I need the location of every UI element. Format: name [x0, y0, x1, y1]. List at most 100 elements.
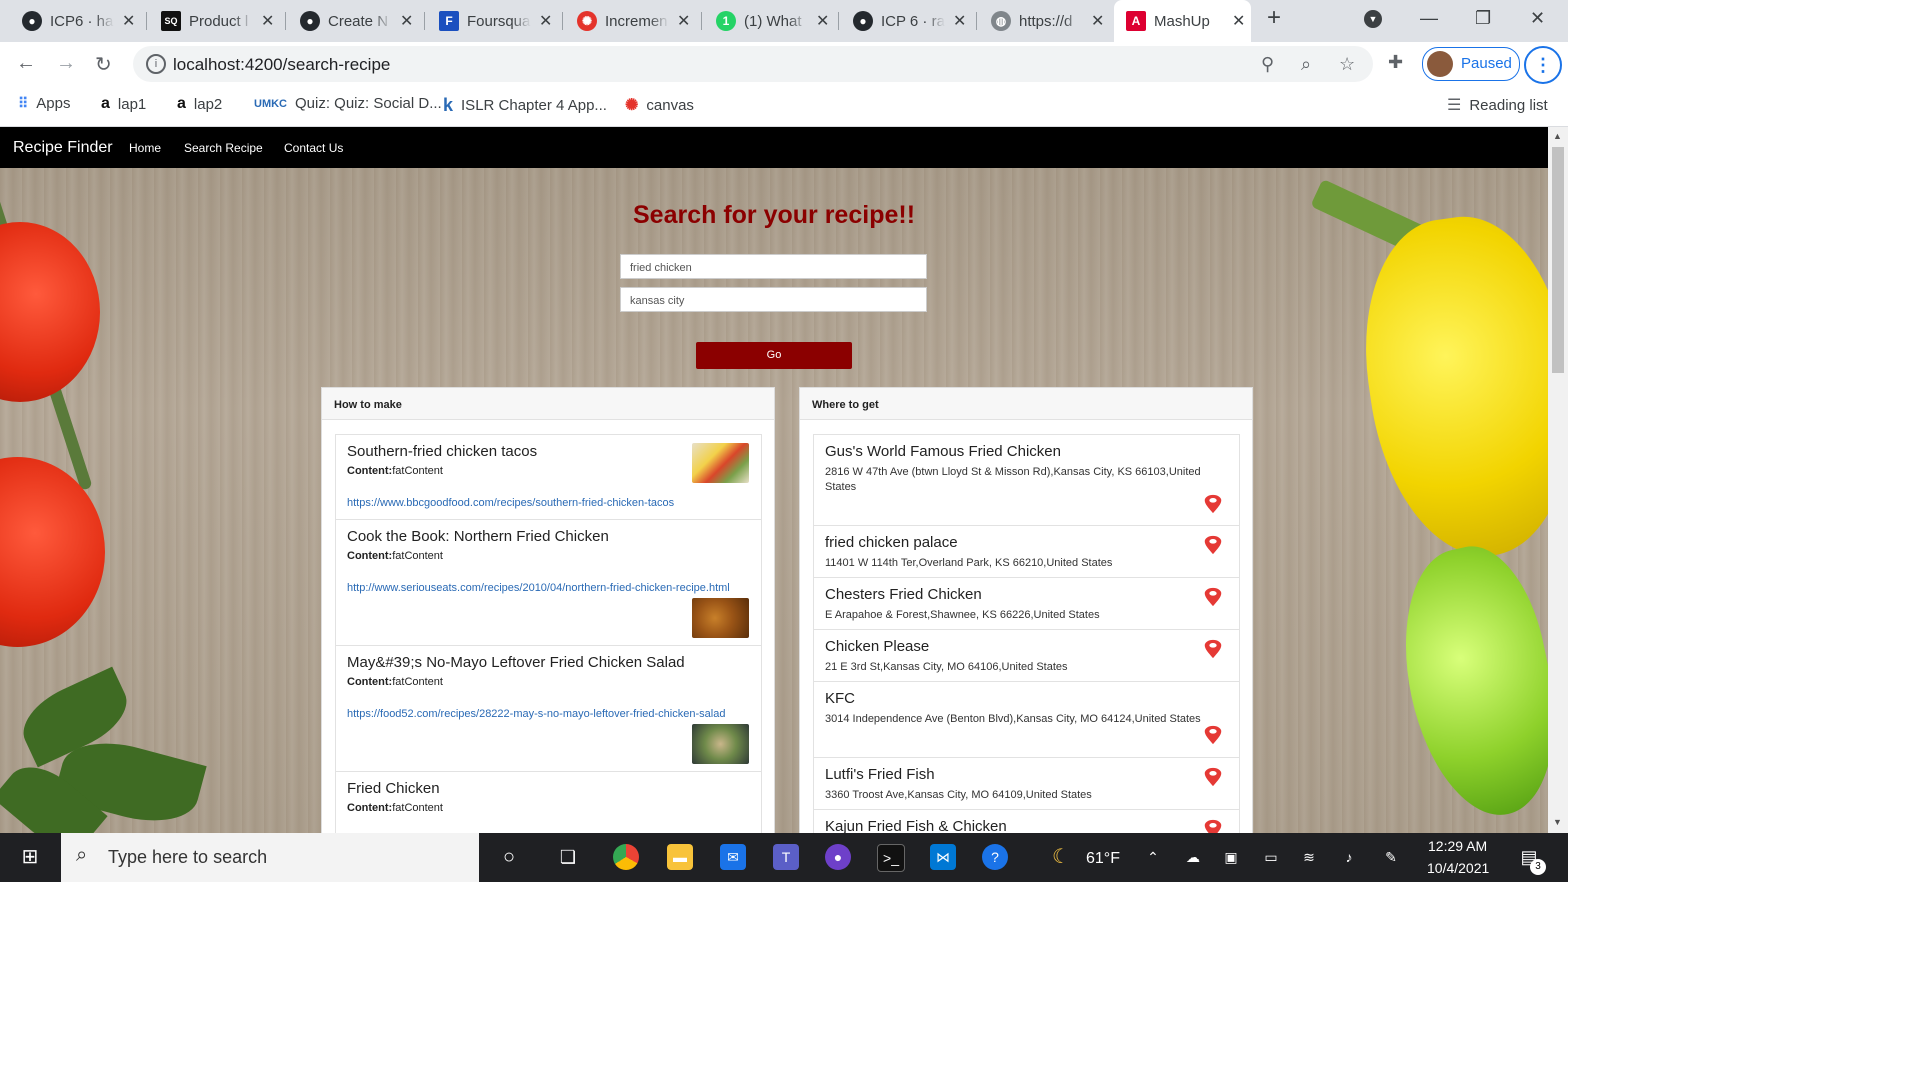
close-icon[interactable]: ✕ — [953, 11, 966, 31]
close-icon[interactable]: ✕ — [677, 11, 690, 31]
close-icon[interactable]: ✕ — [539, 11, 552, 31]
profile-button[interactable]: Paused — [1422, 47, 1520, 81]
place-name: KFC — [825, 690, 855, 707]
terminal-icon[interactable]: >_ — [877, 844, 905, 872]
location-icon[interactable]: ⚲ — [1261, 54, 1274, 75]
taskbar-search[interactable]: ⌕ Type here to search — [61, 833, 479, 882]
scroll-up-icon[interactable]: ▲ — [1553, 131, 1562, 141]
nav-home[interactable]: Home — [129, 141, 161, 155]
help-icon[interactable]: ? — [982, 844, 1008, 870]
nav-contact-us[interactable]: Contact Us — [284, 141, 343, 155]
close-icon[interactable]: ✕ — [1232, 11, 1245, 31]
weather-temperature[interactable]: 61°F — [1086, 850, 1120, 868]
file-explorer-icon[interactable]: ▬ — [667, 844, 693, 870]
bookmark-quiz[interactable]: UMKC Quiz: Quiz: Social D... — [254, 95, 442, 112]
tab-divider — [701, 12, 702, 30]
pen-icon[interactable]: ✎ — [1378, 844, 1404, 870]
forward-icon[interactable]: → — [56, 52, 76, 75]
reading-list[interactable]: ☰ Reading list — [1447, 95, 1548, 115]
nav-search-recipe[interactable]: Search Recipe — [184, 141, 263, 155]
recipe-thumbnail — [692, 598, 749, 638]
map-pin-icon[interactable] — [1202, 493, 1224, 515]
tab-create[interactable]: ● Create N ✕ — [300, 6, 413, 36]
scroll-down-icon[interactable]: ▼ — [1553, 817, 1562, 827]
tab-icp6-ra[interactable]: ● ICP 6 · ra ✕ — [853, 6, 966, 36]
scrollbar-thumb[interactable] — [1552, 147, 1564, 373]
close-icon[interactable]: ✕ — [400, 11, 413, 31]
tomato-image — [0, 222, 100, 402]
github-desktop-icon[interactable]: ● — [825, 844, 851, 870]
tab-search-icon[interactable]: ▼ — [1364, 10, 1382, 28]
clock-time[interactable]: 12:29 AM — [1428, 838, 1487, 854]
minimize-icon[interactable]: — — [1420, 8, 1438, 29]
vscode-icon[interactable]: ⋈ — [930, 844, 956, 870]
mail-icon[interactable]: ✉ — [720, 844, 746, 870]
map-pin-icon[interactable] — [1202, 638, 1224, 660]
chevron-up-icon[interactable]: ⌃ — [1140, 844, 1166, 870]
search-icon: ⌕ — [76, 844, 88, 866]
recipe-link[interactable]: https://www.bbcgoodfood.com/recipes/sout… — [347, 497, 674, 509]
clock-date[interactable]: 10/4/2021 — [1427, 860, 1489, 876]
reading-list-icon: ☰ — [1447, 97, 1462, 114]
weather-moon-icon[interactable]: ☾ — [1048, 844, 1074, 870]
bookmark-lap2[interactable]: a lap2 — [177, 95, 222, 113]
extensions-icon[interactable]: ✚ — [1388, 52, 1403, 73]
bookmark-star-icon[interactable]: ☆ — [1339, 54, 1355, 75]
browser-menu-icon[interactable]: ⋮ — [1524, 46, 1562, 84]
map-pin-icon[interactable] — [1202, 818, 1224, 833]
display-icon[interactable]: ▣ — [1218, 844, 1244, 870]
reload-icon[interactable]: ↻ — [95, 52, 112, 77]
bookmark-apps[interactable]: ⠿ Apps — [18, 95, 70, 112]
restore-icon[interactable]: ❐ — [1475, 8, 1491, 29]
url-text[interactable]: localhost:4200/search-recipe — [173, 55, 390, 75]
windows-start-icon[interactable]: ⊞ — [17, 844, 43, 870]
page-scrollbar[interactable]: ▲ ▼ — [1548, 127, 1568, 833]
bookmark-label: ISLR Chapter 4 App... — [461, 97, 607, 114]
bookmark-lap1[interactable]: a lap1 — [101, 95, 146, 113]
tab-mashup[interactable]: A MashUp ✕ — [1114, 0, 1251, 42]
brand-logo[interactable]: Recipe Finder — [13, 139, 113, 157]
zoom-icon[interactable]: ⌕ — [1301, 54, 1311, 75]
window-close-icon[interactable]: ✕ — [1530, 8, 1545, 29]
close-icon[interactable]: ✕ — [122, 11, 135, 31]
tab-whatsapp[interactable]: 1 (1) What ✕ — [716, 6, 829, 36]
recipe-content: Content:fatContent — [347, 802, 443, 814]
teams-icon[interactable]: T — [773, 844, 799, 870]
go-button[interactable]: Go — [696, 342, 852, 369]
site-info-icon[interactable]: i — [146, 54, 166, 74]
chrome-icon[interactable] — [613, 844, 639, 870]
bookmark-label: lap1 — [117, 95, 147, 113]
bookmark-islr[interactable]: k ISLR Chapter 4 App... — [443, 95, 607, 116]
recipe-search-input[interactable]: fried chicken — [620, 254, 927, 279]
tab-product[interactable]: SQ Product l ✕ — [161, 6, 274, 36]
close-icon[interactable]: ✕ — [261, 11, 274, 31]
map-pin-icon[interactable] — [1202, 586, 1224, 608]
content-label: Content: — [347, 802, 393, 814]
location-search-input[interactable]: kansas city — [620, 287, 927, 312]
cortana-icon[interactable]: ○ — [496, 844, 522, 870]
tab-title: Foursqua — [467, 12, 531, 30]
map-pin-icon[interactable] — [1202, 534, 1224, 556]
map-pin-icon[interactable] — [1202, 766, 1224, 788]
close-icon[interactable]: ✕ — [1091, 11, 1104, 31]
bookmark-canvas[interactable]: ✺ canvas — [625, 95, 694, 115]
new-tab-icon[interactable]: + — [1267, 4, 1281, 32]
tab-divider — [562, 12, 563, 30]
tab-increment[interactable]: ✺ Incremen ✕ — [577, 6, 690, 36]
amazon-icon: a — [177, 95, 186, 112]
place-address: 3014 Independence Ave (Benton Blvd),Kans… — [825, 713, 1201, 725]
tab-foursquare[interactable]: F Foursqua ✕ — [439, 6, 552, 36]
tab-icp6-ha[interactable]: ● ICP6 · ha ✕ — [22, 6, 135, 36]
close-icon[interactable]: ✕ — [816, 11, 829, 31]
back-icon[interactable]: ← — [16, 52, 36, 75]
map-pin-icon[interactable] — [1202, 724, 1224, 746]
address-bar[interactable]: i localhost:4200/search-recipe ⚲ ⌕ ☆ — [133, 46, 1373, 82]
onedrive-icon[interactable]: ☁ — [1180, 844, 1206, 870]
wifi-icon[interactable]: ≋ — [1296, 844, 1322, 870]
volume-icon[interactable]: ♪ — [1336, 844, 1362, 870]
recipe-link[interactable]: https://food52.com/recipes/28222-may-s-n… — [347, 708, 725, 720]
battery-icon[interactable]: ▭ — [1258, 844, 1284, 870]
recipe-link[interactable]: http://www.seriouseats.com/recipes/2010/… — [347, 582, 730, 594]
task-view-icon[interactable]: ❏ — [555, 844, 581, 870]
tab-https[interactable]: ◍ https://d ✕ — [991, 6, 1104, 36]
